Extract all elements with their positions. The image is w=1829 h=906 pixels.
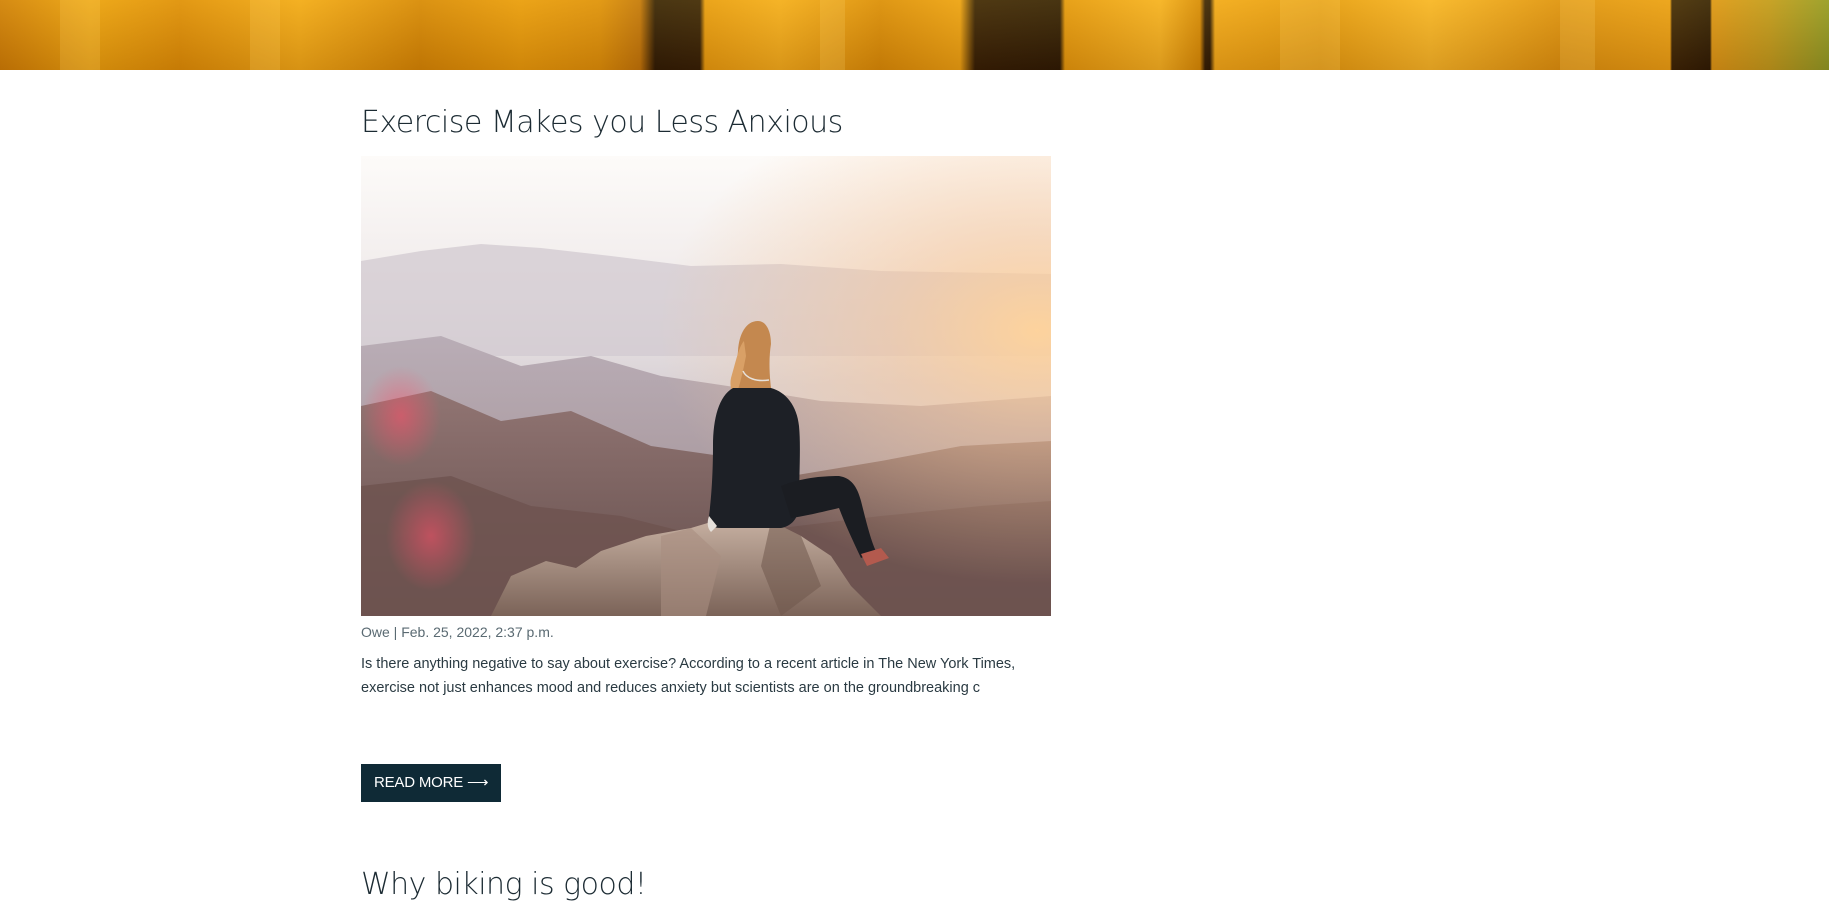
- hero-highlight: [1280, 0, 1340, 70]
- read-more-button[interactable]: READ MORE ⟶: [361, 764, 502, 802]
- post-title[interactable]: Exercise Makes you Less Anxious: [361, 108, 843, 138]
- hero-highlight: [820, 0, 845, 70]
- hero-banner: [0, 0, 1829, 70]
- woman-on-mountain-photo[interactable]: [361, 156, 1051, 616]
- post-meta: Owe | Feb. 25, 2022, 2:37 p.m.: [361, 624, 554, 640]
- post-image-illustration: [361, 156, 1051, 616]
- hero-highlight: [60, 0, 100, 70]
- post-excerpt: Is there anything negative to say about …: [361, 656, 1016, 696]
- hero-highlight: [250, 0, 280, 70]
- hero-highlight: [1560, 0, 1595, 70]
- post-title[interactable]: Why biking is good!: [361, 870, 647, 900]
